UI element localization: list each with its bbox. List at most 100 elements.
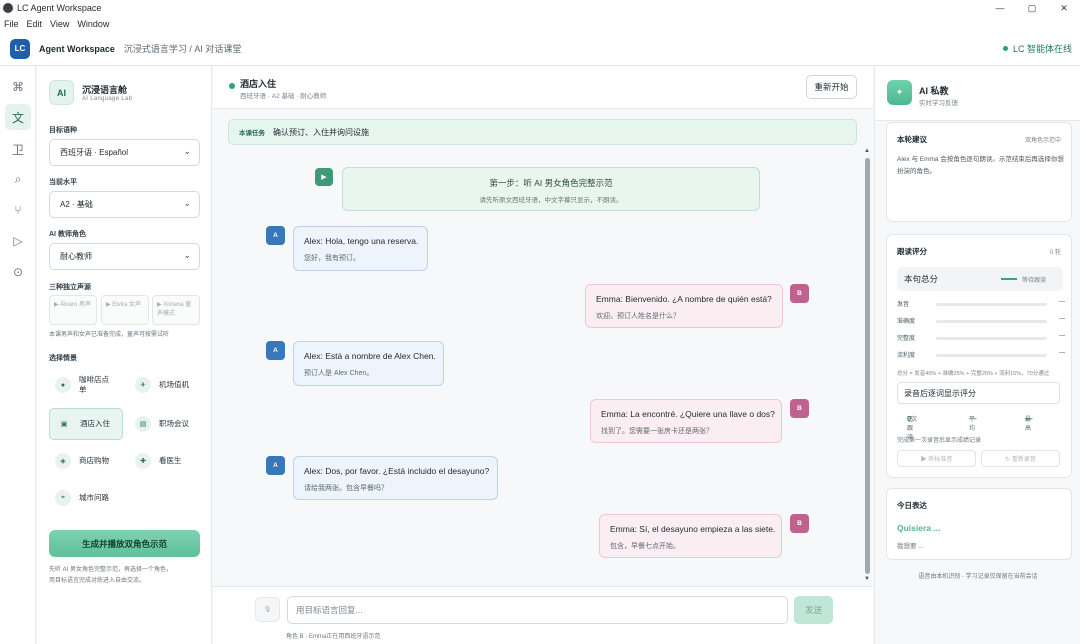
generate-note-line-1: 先听 AI 男女角色完整示范，再选择一个角色， (49, 567, 173, 573)
minimize-button[interactable]: — (984, 0, 1016, 16)
generate-note-line-2: 用目标语言完成对练进入自由交流。 (49, 578, 146, 584)
avatar-b: B (790, 399, 809, 418)
medical-cross-icon: ✚ (135, 453, 151, 469)
branch-icon[interactable]: ⑂ (5, 197, 31, 223)
teacher-select[interactable]: 耐心教师 ⌄ (49, 243, 200, 270)
step-description: 请先听原文西班牙语，中文字幕只显示，不朗读。 (479, 197, 623, 204)
menu-file[interactable]: File (4, 19, 19, 29)
score-rounds: 0 轮 (1049, 250, 1061, 256)
message-chinese: 欢迎。预订人姓名是什么？ (596, 313, 680, 320)
score-card: 跟读评分 0 轮 本句总分 等待跟读 发音 — 准确度 — 完整度 — 流利度 … (886, 234, 1072, 478)
target-language-select[interactable]: 西班牙语 · Español ⌄ (49, 139, 200, 166)
restart-button[interactable]: 重新开始 (806, 75, 857, 99)
step-card: 第一步：听 AI 男女角色完整示范 请先听原文西班牙语，中文字幕只显示，不朗读。 (342, 167, 760, 211)
scene-shopping[interactable]: ◈ 商店购物 (49, 446, 115, 476)
input-hint: 角色 B · Emma正在用西班牙语示范 (286, 634, 381, 640)
message-bubble: Emma: La encontré. ¿Quiere una llave o d… (590, 399, 782, 443)
metric-value: — (1059, 350, 1065, 356)
online-status: LC 智能体在线 (1002, 42, 1072, 55)
menu-edit[interactable]: Edit (27, 19, 43, 29)
message-bubble: Alex: Dos, por favor. ¿Está incluido el … (293, 456, 498, 500)
play-icon[interactable]: ▷ (5, 228, 31, 254)
recording-result-box: 录音后逐词显示评分 (897, 382, 1060, 404)
score-title: 跟读评分 (897, 247, 927, 256)
shield-icon[interactable]: 卫 (5, 136, 31, 162)
chat-panel: 酒店入住 西班牙语 · A2 基础 · 耐心教师 重新开始 本课任务 确认预订、… (213, 66, 873, 644)
send-button[interactable]: 发送 (794, 596, 833, 624)
input-bar: 🎙 用目标语言回复... 发送 角色 B · Emma正在用西班牙语示范 (213, 586, 873, 644)
task-banner: 本课任务 确认预订、入住并询问设施 (228, 119, 857, 145)
language-icon[interactable]: 文 (5, 104, 31, 130)
expression-phrase: Quisiera ... (897, 523, 941, 533)
voice-elvira-button[interactable]: ▶ Elvira 女声 (101, 295, 149, 325)
window-titlebar: LC Agent Workspace — ▢ ✕ (0, 0, 1080, 16)
meeting-icon: ▤ (135, 416, 151, 432)
avatar-a: A (266, 456, 285, 475)
maximize-button[interactable]: ▢ (1016, 0, 1048, 16)
scroll-up-icon[interactable]: ▲ (864, 148, 870, 154)
target-language-value: 西班牙语 · Español (60, 148, 129, 157)
scene-label-text: 酒店入住 (80, 419, 110, 428)
app-logo: LC (10, 38, 30, 59)
scene-directions[interactable]: ⌖ 城市问路 (49, 483, 115, 513)
level-select[interactable]: A2 · 基础 ⌄ (49, 191, 200, 218)
scene-label-text: 看医生 (159, 456, 182, 465)
search-icon[interactable]: ⌕ (5, 166, 31, 192)
menu-view[interactable]: View (50, 19, 69, 29)
chevron-down-icon: ⌄ (183, 146, 191, 156)
metric-value: — (1059, 299, 1065, 305)
scene-hotel[interactable]: ▣ 酒店入住 (49, 408, 123, 440)
listen-standard-button[interactable]: ▶ 听标准音 (897, 450, 976, 467)
message-spanish: Alex: Dos, por favor. ¿Está incluido el … (304, 466, 490, 476)
level-value: A2 · 基础 (60, 200, 93, 209)
hotel-icon: ▣ (56, 416, 72, 432)
practiced-unit: 次 (911, 417, 918, 423)
status-dot-icon (1002, 46, 1008, 51)
online-status-text: LC 智能体在线 (1012, 44, 1072, 54)
scene-meeting[interactable]: ▤ 职场会议 (129, 409, 195, 439)
voice-ximena-button[interactable]: ▶ Ximena 童声模式 (152, 295, 200, 325)
scroll-down-icon[interactable]: ▼ (864, 576, 870, 582)
generate-demo-button[interactable]: 生成并播放双角色示范 (49, 530, 200, 557)
message-spanish: Alex: Está a nombre de Alex Chen. (304, 351, 436, 361)
brand-title: 沉浸语言舱 (82, 85, 128, 95)
close-button[interactable]: ✕ (1048, 0, 1080, 16)
metric-label: 流利度 (897, 353, 916, 359)
chevron-down-icon: ⌄ (183, 198, 191, 208)
scene-airport[interactable]: ✈ 机场值机 (129, 370, 195, 400)
voice-alvaro-button[interactable]: ▶ Álvaro 男声 (49, 295, 97, 325)
play-icon[interactable]: ▶ (315, 168, 333, 186)
expression-meaning: 我想要 ... (897, 543, 924, 550)
microphone-button[interactable]: 🎙 (255, 597, 280, 622)
avatar-b: B (790, 284, 809, 303)
score-indicator (1001, 278, 1017, 280)
scrollbar-thumb[interactable] (865, 158, 870, 574)
metric-bar (936, 337, 1047, 340)
scene-label-text: 职场会议 (159, 419, 189, 428)
today-expression-card: 今日表达 Quisiera ... 我想要 ... (886, 488, 1072, 560)
reply-input[interactable]: 用目标语言回复... (287, 596, 788, 624)
message-spanish: Emma: Bienvenido. ¿A nombre de quién est… (596, 294, 772, 304)
suggestion-title: 本轮建议 (897, 135, 927, 144)
brand-subtitle: AI Language Lab (82, 96, 133, 102)
message-spanish: Alex: Hola, tengo una reserva. (304, 236, 419, 246)
window-title: LC Agent Workspace (17, 3, 102, 13)
menu-window[interactable]: Window (77, 19, 109, 29)
suggestion-text: Alex 与 Emma 会按角色逐句朗读。示范结束后再选择你想扮演的角色。 (897, 156, 1064, 175)
chat-scrollbar[interactable]: ▲ ▼ (864, 148, 872, 586)
message-bubble: Emma: Sí, el desayuno empieza a las siet… (599, 514, 782, 558)
message-spanish: Emma: Sí, el desayuno empieza a las siet… (610, 524, 776, 534)
target-language-label: 目标语种 (49, 127, 77, 134)
avatar-a: A (266, 226, 285, 245)
command-icon[interactable]: ⌘ (5, 74, 31, 100)
chat-header: 酒店入住 西班牙语 · A2 基础 · 耐心教师 重新开始 (213, 66, 873, 109)
metric-label: 完整度 (897, 336, 916, 342)
metric-bar (936, 303, 1047, 306)
expression-title: 今日表达 (897, 501, 927, 510)
app-name: Agent Workspace (39, 43, 115, 54)
settings-icon[interactable]: ⊙ (5, 259, 31, 285)
tutor-header: ✦ AI 私教 实时学习反馈 (875, 66, 1080, 121)
rerecord-button[interactable]: ↻ 重新录音 (981, 450, 1060, 467)
scene-coffee[interactable]: ● 咖啡店点单 (49, 370, 115, 400)
scene-doctor[interactable]: ✚ 看医生 (129, 446, 195, 476)
